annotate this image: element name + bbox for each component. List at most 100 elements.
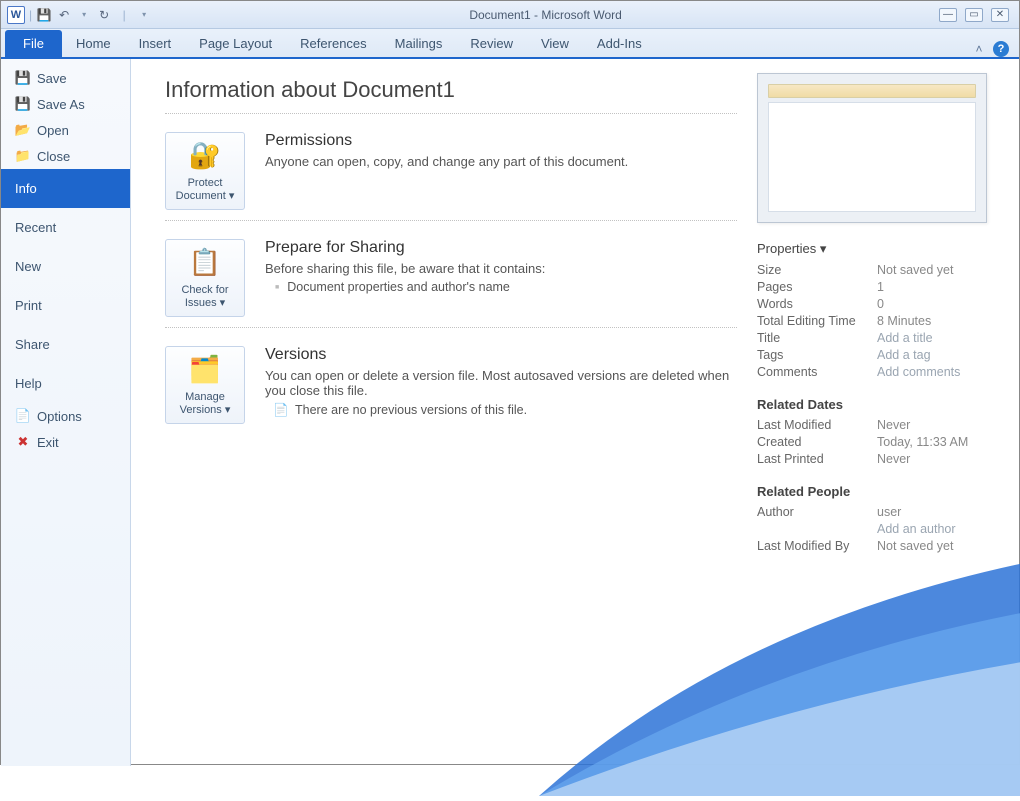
menu-label: Save	[37, 71, 67, 86]
menu-close[interactable]: 📁 Close	[1, 143, 130, 169]
folder-open-icon: 📂	[15, 122, 31, 138]
prop-key: Title	[757, 331, 877, 345]
divider	[165, 220, 737, 221]
undo-dropdown-icon[interactable]: ▾	[76, 7, 92, 23]
save-as-icon: 💾	[15, 96, 31, 112]
section-heading: Versions	[265, 346, 737, 364]
decorative-swoosh	[539, 516, 1020, 796]
exit-icon: ✖	[15, 434, 31, 450]
menu-exit[interactable]: ✖ Exit	[1, 429, 130, 455]
tab-file[interactable]: File	[5, 30, 62, 57]
button-label: Protect Document ▾	[170, 177, 240, 203]
prop-key: Tags	[757, 348, 877, 362]
prop-key: Last Modified	[757, 418, 877, 432]
versions-icon: 🗂️	[188, 353, 222, 387]
related-people-header: Related People	[757, 484, 1005, 499]
thumbnail-ribbon	[768, 84, 976, 98]
prop-key: Created	[757, 435, 877, 449]
maximize-button[interactable]: ▭	[965, 8, 983, 22]
menu-label: Open	[37, 123, 69, 138]
titlebar: W | 💾 ↶ ▾ ↻ | ▾ Document1 - Microsoft Wo…	[1, 1, 1019, 29]
tab-addins[interactable]: Add-Ins	[583, 30, 656, 57]
prop-value: Today, 11:33 AM	[877, 435, 968, 449]
backstage: 💾Save 💾Save As 📂Open 📁Close Info Recent …	[1, 59, 1019, 766]
section-heading: Permissions	[265, 132, 737, 150]
menu-label: Info	[15, 181, 37, 196]
comments-input[interactable]: Add comments	[877, 365, 960, 379]
folder-close-icon: 📁	[15, 148, 31, 164]
redo-icon[interactable]: ↻	[96, 7, 112, 23]
undo-icon[interactable]: ↶	[56, 7, 72, 23]
tab-review[interactable]: Review	[456, 30, 527, 57]
check-for-issues-button[interactable]: 📋 Check for Issues ▾	[165, 239, 245, 317]
divider	[165, 113, 737, 114]
menu-help[interactable]: Help	[1, 364, 130, 403]
menu-new[interactable]: New	[1, 247, 130, 286]
document-thumbnail[interactable]	[757, 73, 987, 223]
menu-label: Close	[37, 149, 70, 164]
tab-references[interactable]: References	[286, 30, 380, 57]
save-icon[interactable]: 💾	[36, 7, 52, 23]
tab-view[interactable]: View	[527, 30, 583, 57]
menu-label: Options	[37, 409, 82, 424]
word-app-icon: W	[7, 6, 25, 24]
menu-recent[interactable]: Recent	[1, 208, 130, 247]
quick-access-toolbar: 💾 ↶ ▾ ↻ | ▾	[36, 7, 152, 23]
prop-key: Comments	[757, 365, 877, 379]
prop-key: Pages	[757, 280, 877, 294]
menu-label: New	[15, 259, 41, 274]
options-icon: 📄	[15, 408, 31, 424]
section-text: Anyone can open, copy, and change any pa…	[265, 154, 737, 169]
minimize-button[interactable]: —	[939, 8, 957, 22]
ribbon-minimize-icon[interactable]: ˄	[971, 41, 987, 57]
menu-label: Print	[15, 298, 42, 313]
divider	[165, 327, 737, 328]
tab-mailings[interactable]: Mailings	[381, 30, 457, 57]
prop-key: Total Editing Time	[757, 314, 877, 328]
prop-key: Words	[757, 297, 877, 311]
thumbnail-page	[768, 102, 976, 212]
button-label: Check for Issues ▾	[170, 284, 240, 310]
no-versions-text: There are no previous versions of this f…	[295, 403, 527, 417]
button-label: Manage Versions ▾	[170, 391, 240, 417]
menu-label: Help	[15, 376, 42, 391]
tab-page-layout[interactable]: Page Layout	[185, 30, 286, 57]
window-title: Document1 - Microsoft Word	[152, 8, 939, 22]
menu-save-as[interactable]: 💾 Save As	[1, 91, 130, 117]
menu-label: Recent	[15, 220, 56, 235]
document-icon: 📄	[273, 402, 289, 418]
prop-value: Not saved yet	[877, 263, 953, 277]
qat-customize-icon[interactable]: ▾	[136, 7, 152, 23]
ribbon: File Home Insert Page Layout References …	[1, 29, 1019, 59]
tab-insert[interactable]: Insert	[125, 30, 186, 57]
menu-save[interactable]: 💾Save	[1, 65, 130, 91]
related-dates-header: Related Dates	[757, 397, 1005, 412]
menu-share[interactable]: Share	[1, 325, 130, 364]
help-icon[interactable]: ?	[993, 41, 1009, 57]
prop-key: Last Printed	[757, 452, 877, 466]
properties-dropdown[interactable]: Properties ▾	[757, 241, 1005, 257]
lock-icon: 🔐	[188, 139, 222, 173]
menu-label: Exit	[37, 435, 59, 450]
close-button[interactable]: ✕	[991, 8, 1009, 22]
prop-value: Never	[877, 418, 910, 432]
section-permissions: 🔐 Protect Document ▾ Permissions Anyone …	[165, 132, 737, 210]
prop-value: 0	[877, 297, 884, 311]
prop-value: 8 Minutes	[877, 314, 931, 328]
prepare-item: Document properties and author's name	[275, 280, 737, 294]
menu-open[interactable]: 📂 Open	[1, 117, 130, 143]
menu-options[interactable]: 📄 Options	[1, 403, 130, 429]
menu-label: Save As	[37, 97, 85, 112]
tags-input[interactable]: Add a tag	[877, 348, 931, 362]
section-text: Before sharing this file, be aware that …	[265, 261, 737, 276]
title-input[interactable]: Add a title	[877, 331, 933, 345]
menu-print[interactable]: Print	[1, 286, 130, 325]
prop-value: Never	[877, 452, 910, 466]
protect-document-button[interactable]: 🔐 Protect Document ▾	[165, 132, 245, 210]
manage-versions-button[interactable]: 🗂️ Manage Versions ▾	[165, 346, 245, 424]
tab-home[interactable]: Home	[62, 30, 125, 57]
prop-key: Size	[757, 263, 877, 277]
section-text: You can open or delete a version file. M…	[265, 368, 737, 398]
page-title: Information about Document1	[165, 77, 737, 103]
menu-info[interactable]: Info	[1, 169, 130, 208]
